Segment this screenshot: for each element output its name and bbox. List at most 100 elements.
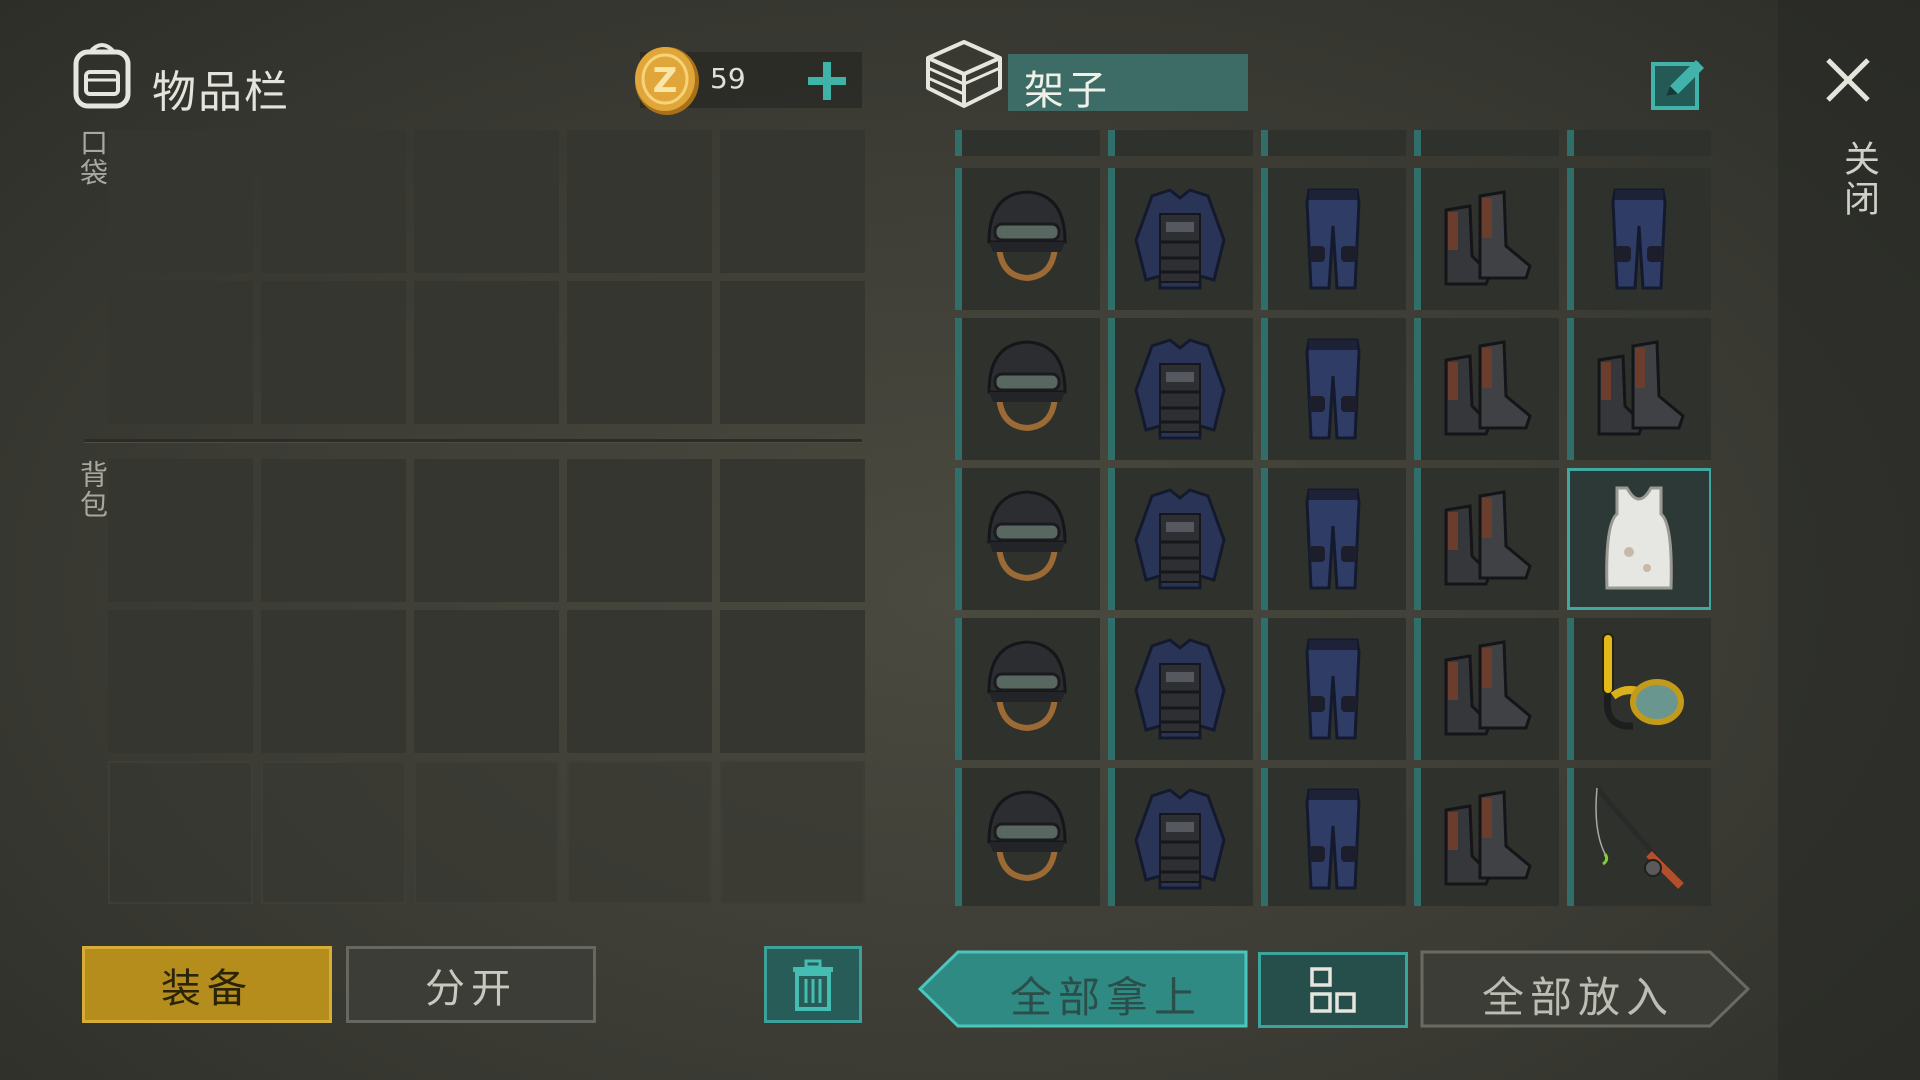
- slot-accent-bar: [955, 168, 962, 310]
- shelf-slot-partial[interactable]: [1567, 130, 1711, 156]
- slot-accent-bar: [1108, 318, 1115, 460]
- shelf-slot-partial[interactable]: [1261, 130, 1406, 156]
- add-coins-button[interactable]: [804, 58, 850, 104]
- shelf-slot[interactable]: [1567, 768, 1711, 906]
- shelf-slot[interactable]: [1261, 468, 1406, 610]
- trash-icon: [793, 959, 833, 1011]
- slot-accent-bar: [1261, 768, 1268, 906]
- slot-accent-bar: [1261, 168, 1268, 310]
- rename-button[interactable]: [1650, 54, 1708, 112]
- take-all-label: 全部拿上: [1010, 973, 1203, 1022]
- backpack-slot[interactable]: [261, 459, 406, 602]
- slot-accent-bar: [1414, 468, 1421, 610]
- slot-accent-bar: [1414, 318, 1421, 460]
- shelf-slot[interactable]: [1261, 168, 1406, 310]
- pocket-slot[interactable]: [414, 281, 559, 424]
- locked-backpack-slot: [720, 761, 865, 904]
- shelf-slot[interactable]: [1414, 618, 1559, 760]
- slot-accent-bar: [1108, 768, 1115, 906]
- sort-button[interactable]: [1258, 952, 1408, 1028]
- coin-count: 59: [710, 62, 746, 95]
- shelf-slot[interactable]: [955, 618, 1100, 760]
- put-all-label: 全部放入: [1482, 973, 1675, 1022]
- pocket-slot[interactable]: [261, 130, 406, 273]
- slot-accent-bar: [955, 768, 962, 906]
- slot-accent-bar: [1261, 618, 1268, 760]
- shelf-slot[interactable]: [1108, 318, 1253, 460]
- inventory-title: 物品栏: [152, 67, 290, 118]
- shelf-slot-partial[interactable]: [955, 130, 1100, 156]
- slot-accent-bar: [955, 618, 962, 760]
- backpack-slot[interactable]: [567, 459, 712, 602]
- coin-icon: Z: [632, 44, 702, 116]
- slot-accent-bar: [1567, 168, 1574, 310]
- locked-backpack-slot: [108, 761, 253, 904]
- backpack-slot[interactable]: [414, 610, 559, 753]
- close-label[interactable]: 关闭: [1832, 140, 1884, 220]
- backpack-slot[interactable]: [720, 459, 865, 602]
- take-all-button[interactable]: 全部拿上: [918, 950, 1248, 1028]
- shelf-slot[interactable]: [1261, 318, 1406, 460]
- shelf-slot[interactable]: [1567, 468, 1711, 610]
- backpack-slot[interactable]: [108, 610, 253, 753]
- shelf-slot[interactable]: [1261, 618, 1406, 760]
- pocket-slot[interactable]: [567, 281, 712, 424]
- shelf-slot[interactable]: [1567, 168, 1711, 310]
- slot-accent-bar: [1108, 468, 1115, 610]
- shelf-slot[interactable]: [1108, 168, 1253, 310]
- locked-backpack-slot: [261, 761, 406, 904]
- shelf-title: 架子: [1024, 68, 1110, 114]
- locked-backpack-slot: [567, 761, 712, 904]
- pocket-slot[interactable]: [720, 281, 865, 424]
- shelf-slot[interactable]: [955, 318, 1100, 460]
- pocket-slot[interactable]: [720, 130, 865, 273]
- equip-button[interactable]: 装备: [82, 946, 332, 1023]
- shelf-slot[interactable]: [1414, 468, 1559, 610]
- backpack-slot[interactable]: [261, 610, 406, 753]
- slot-accent-bar: [1567, 318, 1574, 460]
- slot-accent-bar: [1108, 168, 1115, 310]
- shelf-slot[interactable]: [1414, 768, 1559, 906]
- shelf-slot-partial[interactable]: [1108, 130, 1253, 156]
- slot-accent-bar: [1261, 468, 1268, 610]
- backpack-label: 背包: [76, 460, 109, 520]
- shelf-slot[interactable]: [1108, 618, 1253, 760]
- pocket-slot[interactable]: [261, 281, 406, 424]
- pocket-slot[interactable]: [414, 130, 559, 273]
- section-divider: [84, 439, 862, 442]
- slot-accent-bar: [1414, 168, 1421, 310]
- backpack-slot[interactable]: [414, 459, 559, 602]
- backpack-slot[interactable]: [720, 610, 865, 753]
- slot-accent-bar: [1567, 618, 1574, 760]
- close-icon[interactable]: [1822, 54, 1874, 106]
- split-button[interactable]: 分开: [346, 946, 596, 1023]
- pocket-slot[interactable]: [108, 281, 253, 424]
- pocket-grid: [108, 130, 865, 424]
- shelf-slot-partial[interactable]: [1414, 130, 1559, 156]
- trash-button[interactable]: [764, 946, 862, 1023]
- shelf-slot[interactable]: [1108, 768, 1253, 906]
- pocket-slot[interactable]: [108, 130, 253, 273]
- slot-accent-bar: [1414, 768, 1421, 906]
- slot-accent-bar: [955, 318, 962, 460]
- shelf-slot[interactable]: [1261, 768, 1406, 906]
- shelf-slot[interactable]: [1414, 168, 1559, 310]
- backpack-icon: [66, 38, 138, 110]
- backpack-grid: [108, 459, 865, 904]
- shelf-slot[interactable]: [1567, 318, 1711, 460]
- backpack-slot[interactable]: [108, 459, 253, 602]
- slot-accent-bar: [1261, 318, 1268, 460]
- shelf-slot[interactable]: [955, 168, 1100, 310]
- locked-backpack-slot: [414, 761, 559, 904]
- svg-text:Z: Z: [653, 61, 678, 101]
- backpack-slot[interactable]: [567, 610, 712, 753]
- shelf-slot[interactable]: [1108, 468, 1253, 610]
- shelf-grid: [955, 130, 1711, 906]
- pocket-slot[interactable]: [567, 130, 712, 273]
- shelf-slot[interactable]: [1567, 618, 1711, 760]
- shelf-slot[interactable]: [955, 768, 1100, 906]
- shelf-slot[interactable]: [1414, 318, 1559, 460]
- slot-accent-bar: [1108, 618, 1115, 760]
- shelf-slot[interactable]: [955, 468, 1100, 610]
- put-all-button[interactable]: 全部放入: [1420, 950, 1750, 1028]
